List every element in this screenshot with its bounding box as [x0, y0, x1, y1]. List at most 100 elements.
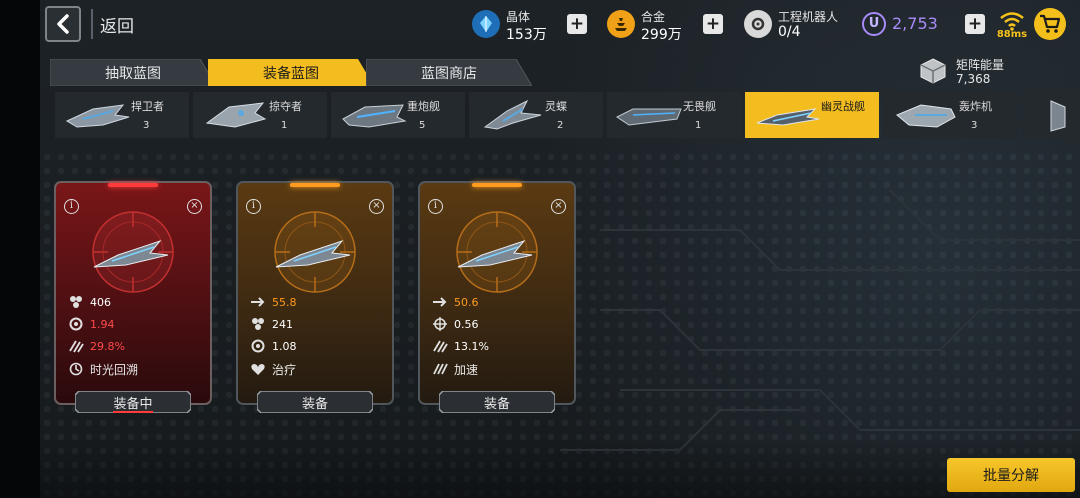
skill-row: 治疗 — [250, 361, 296, 377]
ship-name: 掠夺者 — [269, 100, 302, 113]
back-button[interactable] — [45, 6, 81, 42]
time-rewind-icon — [69, 362, 83, 376]
ship-icon — [483, 99, 542, 130]
ship-icon — [896, 104, 956, 128]
stat-value: 50.6 — [454, 295, 479, 309]
crosshair-icon — [433, 317, 447, 331]
ship-icon — [1050, 100, 1066, 132]
skill-row: 时光回溯 — [68, 361, 138, 377]
ship-portrait — [456, 211, 538, 293]
add-u-currency-button[interactable]: + — [965, 14, 985, 34]
info-icon[interactable]: i — [428, 199, 443, 214]
info-icon[interactable]: i — [246, 199, 261, 214]
robots-value: 0/4 — [778, 24, 801, 40]
tab-draw-blueprint[interactable]: 抽取蓝图 — [50, 59, 216, 86]
skill-name: 加速 — [454, 362, 479, 377]
ship-name: 灵蝶 — [545, 100, 567, 113]
alloy-icon — [607, 10, 635, 38]
ship-name: 幽灵战舰 — [821, 100, 865, 113]
card-top-glow — [472, 183, 522, 187]
ship-item-spirit-butterfly[interactable]: 灵蝶 2 — [469, 92, 603, 138]
equip-button[interactable]: 装备 — [257, 391, 373, 413]
crystal-icon — [472, 10, 500, 38]
close-icon[interactable]: × — [551, 199, 566, 214]
ship-item-heavy-gunship[interactable]: 重炮舰 5 — [331, 92, 465, 138]
stat-row: 55.8 — [250, 294, 297, 310]
stat-row: 50.6 — [432, 294, 479, 310]
blueprint-card-2[interactable]: i × 55.8 241 1.08 治疗 装备 — [236, 181, 394, 413]
stat-row: 241 — [250, 316, 293, 332]
tab-blueprint-shop-label: 蓝图商店 — [421, 65, 477, 82]
card-button-label: 装备中 — [113, 396, 153, 412]
ping-value: 88ms — [996, 29, 1028, 40]
blueprint-card-3[interactable]: i × 50.6 0.56 13.1% 加速 装备 — [418, 181, 576, 413]
u-currency-value: 2,753 — [892, 14, 938, 33]
ship-item-partial[interactable] — [1021, 92, 1080, 138]
attack-cluster-icon — [252, 318, 264, 330]
stat-value: 13.1% — [454, 339, 489, 353]
gear-icon — [251, 339, 265, 353]
back-label[interactable]: 返回 — [100, 12, 134, 37]
robot-icon — [744, 10, 772, 38]
bottom-band — [40, 438, 1080, 498]
stat-value: 241 — [272, 317, 293, 331]
info-icon[interactable]: i — [64, 199, 79, 214]
ship-name: 捍卫者 — [131, 100, 164, 113]
ship-portrait — [274, 211, 356, 293]
chevron-left-icon — [57, 14, 69, 34]
matrix-energy-icon — [920, 58, 946, 84]
ship-item-dreadnought[interactable]: 无畏舰 1 — [607, 92, 741, 138]
tab-equip-blueprint[interactable]: 装备蓝图 — [208, 59, 374, 86]
arrow-right-icon — [433, 297, 447, 307]
skill-name: 治疗 — [272, 362, 297, 377]
card-top-glow — [290, 183, 340, 187]
robots-name: 工程机器人 — [778, 10, 839, 24]
add-alloy-button[interactable]: + — [703, 14, 723, 34]
add-crystal-button[interactable]: + — [567, 14, 587, 34]
ship-count: 3 — [971, 120, 978, 131]
ship-item-phantom-warship[interactable]: 幽灵战舰 — [745, 92, 879, 138]
equip-button[interactable]: 装备 — [439, 391, 555, 413]
resource-crystal: 晶体 153万 — [472, 5, 582, 43]
tab-blueprint-shop[interactable]: 蓝图商店 — [366, 59, 532, 86]
claw-icon — [69, 340, 84, 353]
ship-portrait — [92, 211, 174, 293]
stat-value: 406 — [90, 295, 111, 309]
speed-up-icon — [433, 363, 448, 375]
stat-row: 1.94 — [68, 316, 115, 332]
stat-value: 1.08 — [272, 339, 297, 353]
ship-item-plunderer[interactable]: 掠夺者 1 — [193, 92, 327, 138]
ship-name: 重炮舰 — [407, 100, 440, 113]
blueprint-card-1[interactable]: i × 406 1.94 29.8% 时光回溯 装备中 — [54, 181, 212, 413]
shop-cart-button[interactable] — [1034, 8, 1066, 40]
header-divider — [91, 9, 93, 39]
skill-name: 时光回溯 — [90, 362, 139, 377]
matrix-energy-label: 矩阵能量 — [956, 58, 1005, 72]
close-icon[interactable]: × — [369, 199, 384, 214]
ship-item-defender[interactable]: 捍卫者 3 — [55, 92, 189, 138]
tab-draw-blueprint-label: 抽取蓝图 — [105, 65, 161, 82]
ship-name: 无畏舰 — [683, 100, 716, 113]
attack-cluster-icon — [70, 296, 82, 308]
alloy-name: 合金 — [641, 10, 666, 24]
ship-count: 3 — [143, 120, 150, 131]
card-button-label: 装备 — [301, 396, 328, 412]
bulk-dismantle-button[interactable]: 批量分解 — [947, 458, 1075, 492]
card-button-label: 装备 — [483, 396, 510, 412]
close-icon[interactable]: × — [187, 199, 202, 214]
u-currency-icon: U — [862, 12, 886, 36]
stat-value: 0.56 — [454, 317, 479, 331]
ship-count: 5 — [419, 120, 426, 131]
skill-row: 加速 — [432, 361, 478, 377]
ship-item-bomber[interactable]: 轰炸机 3 — [883, 92, 1017, 138]
equipped-button[interactable]: 装备中 — [75, 391, 191, 413]
crystal-name: 晶体 — [506, 10, 531, 24]
matrix-energy-value: 7,368 — [956, 72, 991, 86]
gear-icon — [69, 317, 83, 331]
stat-row: 1.08 — [250, 338, 297, 354]
crystal-value: 153万 — [506, 27, 547, 43]
stat-value: 1.94 — [90, 317, 115, 331]
ship-icon — [342, 104, 407, 128]
ship-icon — [756, 108, 820, 126]
left-edge — [0, 0, 40, 498]
